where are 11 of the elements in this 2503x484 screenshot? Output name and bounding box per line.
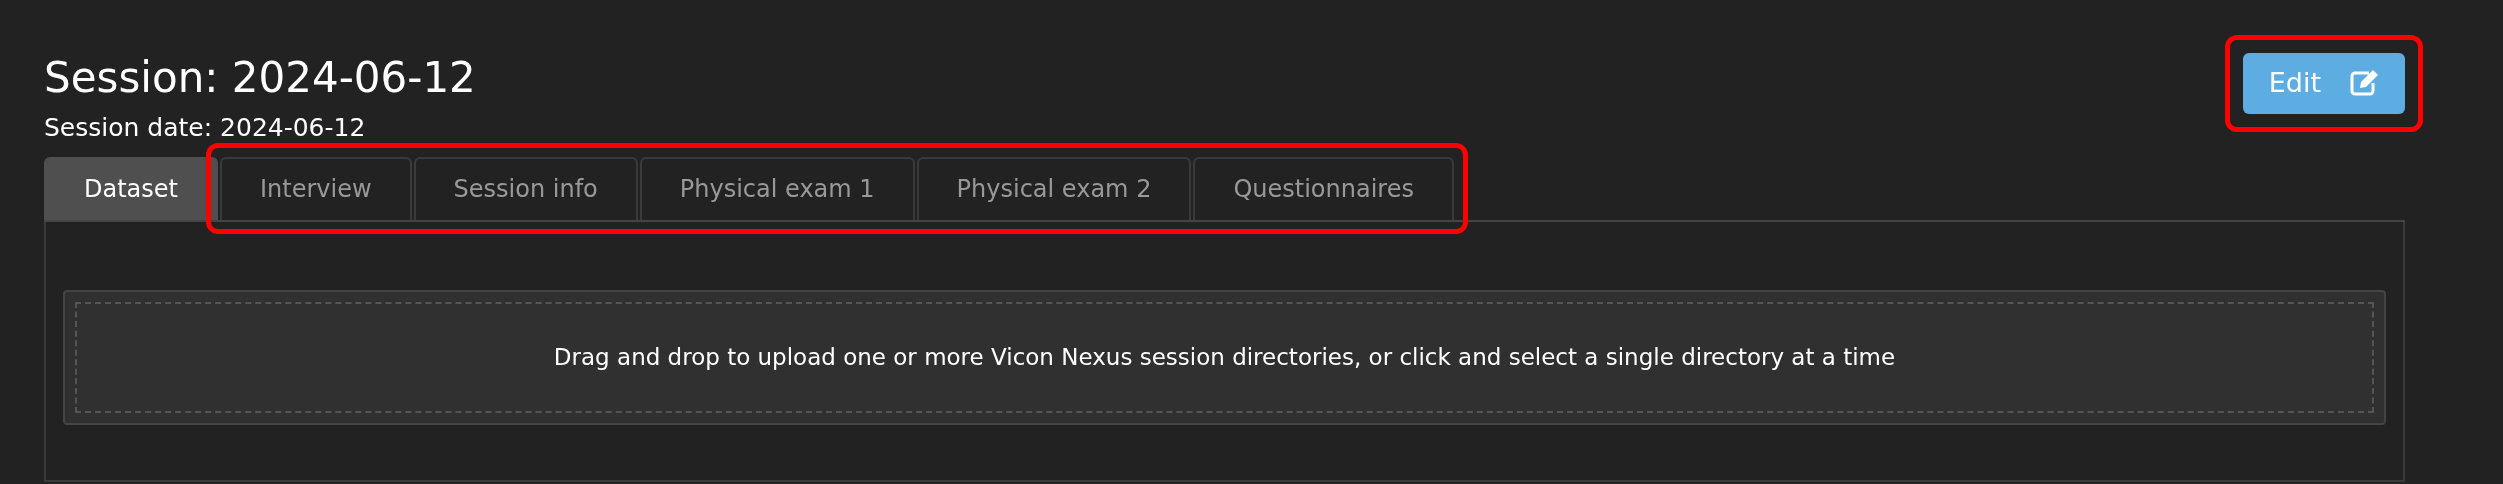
edit-icon [2349,69,2379,98]
session-date: Session date: 2024-06-12 [44,112,367,145]
tab[interactable]: Physical exam 1 [639,156,915,221]
tab[interactable]: Dataset [44,156,218,221]
dropzone[interactable]: Drag and drop to upload one or more Vicon Nexus session directories, or click and select a single directory at a time [63,290,2386,425]
tab[interactable]: Physical exam 2 [916,156,1192,221]
tab[interactable]: Questionnaires [1193,156,1454,221]
tab[interactable]: Session info [413,156,638,221]
dropzone-text: Drag and drop to upload one or more Vicon Nexus session directories, or click and select a single directory at a time [75,302,2374,413]
page-title: Session: 2024-06-12 [44,53,476,104]
tab[interactable]: Interview [220,156,412,221]
